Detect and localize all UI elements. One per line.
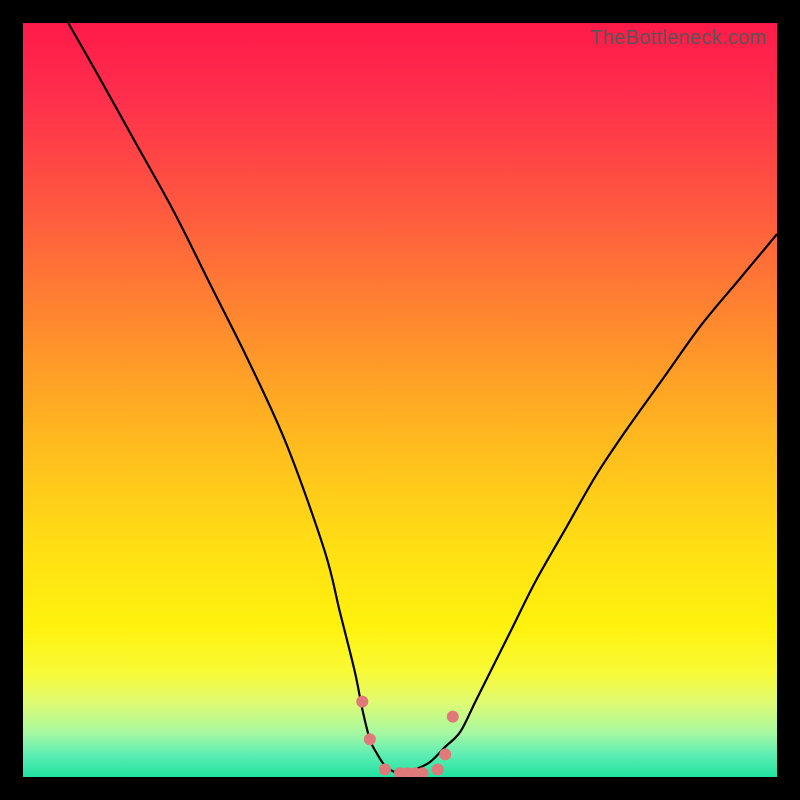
marker-point	[364, 733, 376, 745]
right-curve	[400, 234, 777, 773]
marker-point	[439, 748, 451, 760]
chart-curves	[23, 23, 777, 777]
sample-markers	[356, 696, 458, 777]
left-curve	[68, 23, 400, 773]
marker-point	[447, 711, 459, 723]
plot-area: TheBottleneck.com	[23, 23, 777, 777]
chart-frame: TheBottleneck.com	[0, 0, 800, 800]
marker-point	[432, 763, 444, 775]
marker-point	[379, 763, 391, 775]
watermark-text: TheBottleneck.com	[591, 27, 767, 50]
marker-point	[356, 696, 368, 708]
